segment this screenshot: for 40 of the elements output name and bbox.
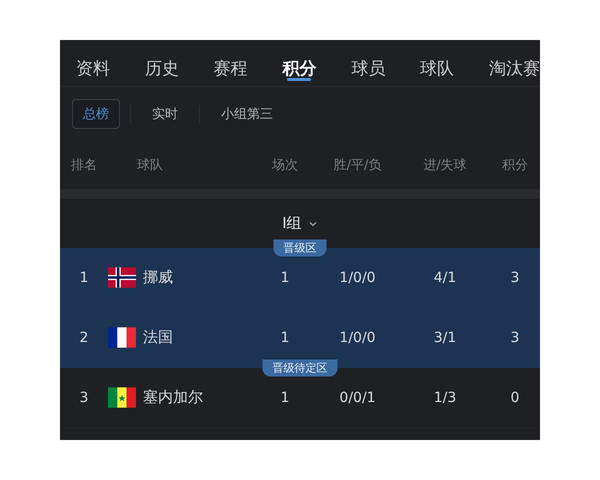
rank-cell-text: 2 (78, 330, 90, 346)
record-cell-text: 0/0/1 (338, 390, 377, 406)
tab[interactable]: 球队 (420, 40, 454, 86)
points-cell-text: 3 (510, 330, 520, 346)
team-name: 法国 (143, 328, 173, 347)
tab[interactable]: 积分 (282, 40, 316, 86)
column-header: 场次 (271, 157, 299, 174)
tab[interactable]: 淘汰赛 (488, 40, 540, 86)
filter-tab[interactable]: 总榜 (72, 99, 120, 129)
tab[interactable]: 历史 (144, 40, 179, 86)
team-name: 挪威 (143, 268, 173, 287)
record-cell-text: 1/0/0 (338, 270, 377, 286)
filter-tab[interactable]: 小组第三 (210, 99, 284, 129)
points-cell-text: 0 (510, 390, 520, 406)
goals-cell-text: 1/3 (432, 390, 458, 406)
flag-icon (108, 327, 136, 348)
flag-icon (108, 387, 136, 408)
zone-badge: 晋级待定区 (262, 360, 338, 376)
filter-tab[interactable]: 实时 (141, 99, 189, 129)
column-header: 胜/平/负 (332, 157, 382, 174)
rank-cell-text: 3 (78, 390, 90, 406)
goals-cell-text: 4/1 (432, 270, 458, 286)
tab[interactable]: 赛程 (214, 40, 248, 86)
tab[interactable]: 球员 (351, 40, 386, 86)
record-cell-text: 1/0/0 (338, 330, 377, 346)
flag-icon (108, 267, 136, 288)
tab[interactable]: 资料 (76, 40, 110, 86)
group-selector[interactable]: I组 (282, 214, 302, 233)
column-header: 排名 (70, 157, 98, 174)
played-cell-text: 1 (280, 330, 290, 346)
goals-cell-text: 3/1 (432, 330, 458, 346)
column-header: 进/失球 (422, 157, 468, 174)
team-name: 塞内加尔 (143, 388, 203, 407)
zone-badge: 晋级区 (274, 240, 326, 256)
played-cell-text: 1 (280, 390, 290, 406)
points-cell-text: 3 (510, 270, 520, 286)
column-header: 球队 (136, 157, 164, 174)
rank-cell-text: 1 (78, 270, 90, 286)
column-header: 积分 (501, 157, 529, 174)
played-cell-text: 1 (280, 270, 290, 286)
